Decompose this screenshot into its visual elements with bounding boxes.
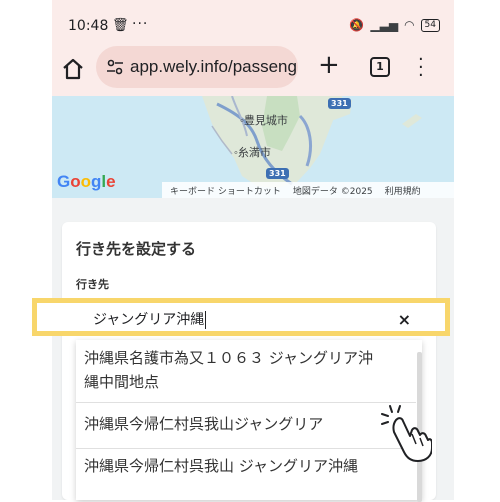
tab-switcher-button[interactable]: 1 bbox=[370, 57, 390, 77]
destination-input-value[interactable]: ジャングリア沖縄 bbox=[93, 311, 207, 329]
mute-icon: 🔕 bbox=[349, 18, 365, 32]
suggestion-line: 沖縄県名護市為又１０６３ ジャングリア沖 bbox=[84, 349, 374, 367]
divider bbox=[76, 448, 416, 449]
trash-icon: 🗑 bbox=[112, 18, 129, 33]
tap-hand-icon bbox=[381, 405, 432, 462]
map-view[interactable]: ◦豊見城市 ◦糸満市 331 331 Google キーボード ショートカット … bbox=[52, 96, 454, 198]
menu-icon[interactable]: · · · bbox=[418, 51, 424, 85]
suggestion-item[interactable]: 沖縄県今帰仁村呉我山ジャングリア bbox=[76, 412, 416, 436]
suggestion-line: 沖縄県今帰仁村呉我山ジャングリア bbox=[84, 415, 324, 433]
clear-icon[interactable]: × bbox=[398, 310, 411, 329]
map-label-itoman: ◦糸満市 bbox=[234, 147, 271, 159]
suggestion-item[interactable]: 沖縄県今帰仁村呉我山 ジャングリア沖縄 bbox=[76, 454, 416, 478]
home-icon[interactable] bbox=[60, 56, 86, 82]
browser-toolbar: app.wely.info/passeng + 1 · · · bbox=[52, 44, 454, 96]
address-bar[interactable]: app.wely.info/passeng bbox=[96, 46, 298, 88]
map-label-tomigusuku: ◦豊見城市 bbox=[240, 115, 288, 127]
suggestion-item[interactable]: 沖縄県名護市為又１０６３ ジャングリア沖 縄中間地点 bbox=[76, 346, 416, 394]
destination-input[interactable]: ジャングリア沖縄 × bbox=[32, 298, 450, 336]
status-time: 10:48 bbox=[68, 18, 109, 34]
status-bar: 10:48 🗑 ··· 🔕 ▁▃▅ ◠ 54 bbox=[52, 0, 454, 44]
wifi-icon: ◠ bbox=[404, 18, 415, 32]
card-title: 行き先を設定する bbox=[76, 240, 197, 258]
status-icons: 🔕 ▁▃▅ ◠ 54 bbox=[349, 18, 440, 32]
route-badge: 331 bbox=[328, 98, 351, 109]
divider bbox=[76, 402, 416, 403]
battery-icon: 54 bbox=[420, 18, 440, 32]
route-badge: 331 bbox=[266, 168, 289, 179]
google-logo: Google bbox=[57, 172, 116, 191]
keyboard-shortcuts-link[interactable]: キーボード ショートカット bbox=[170, 184, 281, 197]
signal-icon: ▁▃▅ bbox=[370, 18, 399, 32]
map-attribution: キーボード ショートカット 地図データ ©2025 利用規約 bbox=[162, 182, 454, 198]
map-data-text: 地図データ ©2025 bbox=[292, 186, 373, 197]
new-tab-icon[interactable]: + bbox=[318, 52, 340, 78]
suggestion-list: 沖縄県名護市為又１０６３ ジャングリア沖 縄中間地点 沖縄県今帰仁村呉我山ジャン… bbox=[76, 340, 422, 502]
destination-label: 行き先 bbox=[76, 278, 109, 291]
more-notifications-icon: ··· bbox=[132, 16, 149, 32]
suggestion-line: 縄中間地点 bbox=[84, 373, 160, 391]
site-settings-icon[interactable] bbox=[106, 58, 124, 76]
terms-link[interactable]: 利用規約 bbox=[385, 184, 421, 197]
url-text: app.wely.info/passeng bbox=[130, 57, 297, 76]
suggestion-line: 沖縄県今帰仁村呉我山 ジャングリア沖縄 bbox=[84, 457, 359, 475]
